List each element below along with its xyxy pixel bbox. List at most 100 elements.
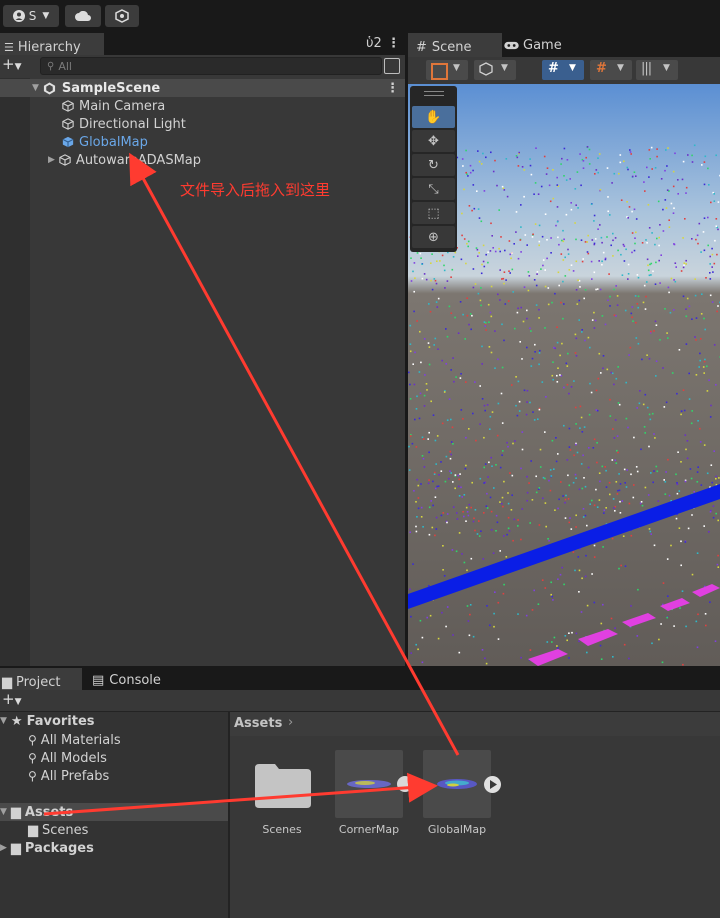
folder-icon: ▆: [28, 822, 38, 838]
star-icon: ★: [10, 713, 23, 729]
prefab-cube-icon: [62, 136, 79, 148]
tab-hierarchy-label: Hierarchy: [17, 39, 81, 55]
tab-console[interactable]: ▤ Console: [92, 668, 182, 692]
scene-tabbar: # Scene Game: [408, 33, 720, 59]
chevron-down-icon: ▼: [663, 63, 670, 73]
scenes-label: Scenes: [42, 822, 89, 838]
gizmo-toggle[interactable]: # ▼: [542, 60, 584, 80]
scene-row[interactable]: ▼ SampleScene ⋮: [0, 79, 405, 97]
expand-arrow-icon[interactable]: ▶: [48, 155, 55, 165]
search-icon: ⚲: [28, 751, 37, 765]
scene-menu-icon[interactable]: ⋮: [386, 81, 399, 96]
cloud-button[interactable]: [65, 5, 101, 27]
ruler-icon: |||: [641, 61, 652, 76]
snap-dropdown[interactable]: # ▼: [590, 60, 632, 80]
asset-label-cornermap: CornerMap: [338, 823, 400, 836]
asset-globalmap[interactable]: [423, 750, 491, 818]
list-icon: ☰: [4, 40, 14, 54]
hierarchy-item-globalmap[interactable]: GlobalMap: [0, 133, 405, 151]
hand-icon: ✋: [425, 109, 442, 125]
increment-dropdown[interactable]: ||| ▼: [636, 60, 678, 80]
drag-handle-icon[interactable]: [424, 91, 444, 96]
asset-cornermap[interactable]: [335, 750, 403, 818]
search-options-icon[interactable]: [384, 58, 400, 74]
tab-game-label: Game: [523, 37, 562, 53]
breadcrumb-assets[interactable]: Assets: [234, 716, 282, 731]
favorite-label: All Prefabs: [40, 768, 110, 784]
main-toolbar: S ▼: [0, 0, 720, 32]
favorites-row[interactable]: ▼ ★ Favorites: [0, 712, 95, 730]
tab-console-label: Console: [109, 672, 161, 688]
rotate-icon: ↻: [428, 157, 439, 173]
scale-tool-button[interactable]: ⤡: [412, 178, 455, 200]
console-icon: ▤: [92, 672, 105, 688]
asset-folder-icon[interactable]: [255, 762, 311, 808]
grid-icon: #: [416, 39, 427, 55]
project-tabbar: ▆ Project ▤ Console: [0, 668, 720, 694]
chevron-down-icon: ▼: [617, 63, 624, 73]
open-folder-icon: ▆: [10, 804, 21, 820]
search-placeholder: All: [58, 59, 72, 73]
account-dropdown[interactable]: S ▼: [3, 5, 59, 27]
expand-arrow-icon[interactable]: ▼: [0, 716, 7, 726]
favorite-item[interactable]: ⚲ All Materials: [28, 731, 121, 749]
rotate-tool-button[interactable]: ↻: [412, 154, 455, 176]
tab-scene[interactable]: # Scene: [408, 33, 502, 59]
gizmo-grid-icon: #: [548, 61, 559, 76]
move-tool-button[interactable]: ✥: [412, 130, 455, 152]
assets-folder-row[interactable]: ▼ ▆ Assets: [0, 803, 228, 821]
pointcloud-thumbnail-icon: [347, 780, 391, 788]
draw-mode-dropdown[interactable]: ▼: [426, 60, 468, 80]
favorite-label: All Materials: [40, 732, 121, 748]
rect-icon: ⬚: [427, 205, 440, 221]
favorite-item[interactable]: ⚲ All Models: [28, 749, 107, 767]
folder-icon: ▆: [2, 674, 12, 690]
asset-label-scenes: Scenes: [262, 823, 302, 836]
favorite-label: All Models: [40, 750, 107, 766]
scenes-folder-row[interactable]: ▆ Scenes: [28, 821, 88, 839]
cloud-icon: [75, 11, 91, 21]
hierarchy-item-main-camera[interactable]: Main Camera: [0, 97, 405, 115]
play-prefab-button[interactable]: [484, 776, 501, 793]
hierarchy-item-autoware[interactable]: ▶ AutowareADASMap: [0, 151, 405, 169]
more-options-icon[interactable]: ⋮: [387, 36, 400, 51]
chevron-down-icon: ▼: [501, 63, 508, 73]
collab-button[interactable]: [105, 5, 139, 27]
expand-arrow-icon[interactable]: ▼: [0, 807, 7, 817]
move-icon: ✥: [428, 133, 439, 149]
gameobject-cube-icon: [62, 118, 79, 130]
expand-arrow-icon[interactable]: ▼: [32, 83, 39, 93]
lock-icon[interactable]: ὑ2: [366, 36, 382, 51]
annotation-text: 文件导入后拖入到这里: [180, 181, 331, 199]
rect-tool-button[interactable]: ⬚: [412, 202, 455, 224]
render-dropdown[interactable]: ▼: [474, 60, 516, 80]
unity-scene-icon: [43, 81, 56, 95]
scale-icon: ⤡: [428, 181, 439, 197]
favorites-label: Favorites: [26, 713, 95, 729]
expand-prefab-icon[interactable]: [397, 776, 413, 792]
shading-icon: [431, 63, 448, 80]
packages-label: Packages: [24, 840, 94, 856]
hierarchy-item-directional-light[interactable]: Directional Light: [0, 115, 405, 133]
transform-tool-button[interactable]: ⊕: [412, 226, 455, 248]
assets-label: Assets: [24, 804, 74, 820]
chevron-right-icon: ›: [288, 715, 294, 730]
packages-folder-row[interactable]: ▶ ▆ Packages: [0, 839, 94, 857]
hierarchy-search-input[interactable]: ⚲ All: [40, 57, 382, 75]
account-label: S: [28, 9, 37, 23]
favorite-item[interactable]: ⚲ All Prefabs: [28, 767, 109, 785]
gamepad-icon: [504, 41, 519, 50]
tree-splitter[interactable]: [228, 712, 230, 918]
create-icon[interactable]: +▼: [2, 690, 22, 708]
account-icon: [12, 10, 25, 22]
breadcrumb: Assets ›: [230, 712, 720, 736]
hand-tool-button[interactable]: ✋: [412, 106, 455, 128]
expand-arrow-icon[interactable]: ▶: [0, 843, 7, 853]
item-label: GlobalMap: [79, 134, 148, 150]
add-icon[interactable]: +▼: [2, 55, 22, 73]
item-label: Main Camera: [79, 98, 166, 114]
tab-game[interactable]: Game: [504, 33, 584, 57]
gameobject-cube-icon: [62, 100, 79, 112]
hierarchy-tabbar: ☰ Hierarchy ὑ2 ⋮: [0, 33, 405, 59]
tab-project-label: Project: [16, 674, 61, 690]
